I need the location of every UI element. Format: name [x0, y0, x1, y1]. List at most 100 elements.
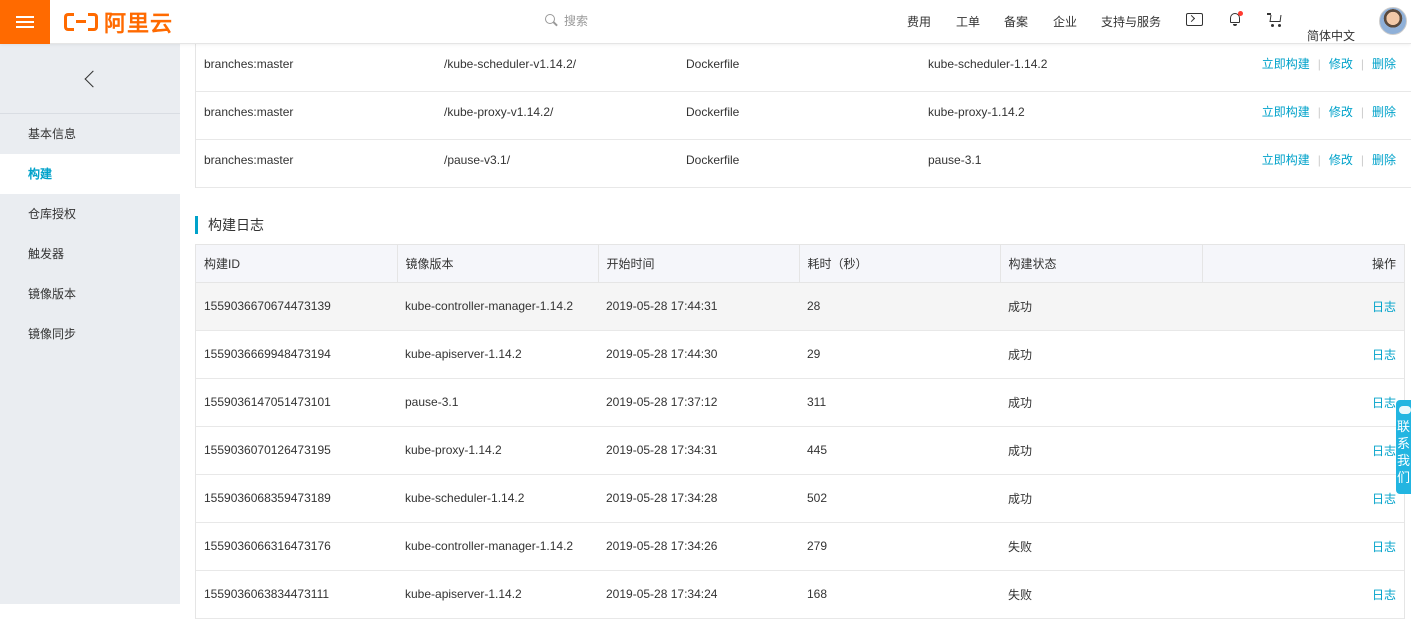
user-avatar[interactable] — [1379, 7, 1407, 35]
language-switch[interactable]: 简体中文 — [1307, 13, 1355, 57]
image-version: kube-controller-manager-1.14.2 — [397, 282, 598, 331]
sidebar-menu: 基本信息 构建 仓库授权 触发器 镜像版本 镜像同步 — [0, 114, 180, 354]
chat-bubble-icon — [1399, 406, 1411, 414]
sidebar-item-triggers[interactable]: 触发器 — [0, 234, 180, 274]
start-time: 2019-05-28 17:34:31 — [598, 426, 799, 475]
rule-dockerfile: Dockerfile — [686, 153, 740, 167]
rule-dir: /kube-proxy-v1.14.2/ — [444, 105, 554, 119]
build-id: 1559036147051473101 — [196, 378, 397, 427]
table-row: 1559036066316473176 kube-controller-mana… — [196, 522, 1404, 571]
log-link[interactable]: 日志 — [1372, 540, 1396, 554]
build-now-link[interactable]: 立即构建 — [1262, 57, 1310, 71]
nav-item-tickets[interactable]: 工单 — [956, 13, 980, 30]
cart-icon[interactable] — [1267, 12, 1283, 28]
sidebar-item-basic-info[interactable]: 基本信息 — [0, 114, 180, 154]
log-link[interactable]: 日志 — [1372, 348, 1396, 362]
build-now-link[interactable]: 立即构建 — [1262, 105, 1310, 119]
image-version: pause-3.1 — [397, 378, 598, 427]
nav-item-icp[interactable]: 备案 — [1004, 13, 1028, 30]
col-header-image-version: 镜像版本 — [397, 245, 599, 283]
main-content: branches:master /kube-scheduler-v1.14.2/… — [180, 44, 1411, 619]
build-id: 1559036066316473176 — [196, 522, 397, 571]
log-link[interactable]: 日志 — [1372, 492, 1396, 506]
contact-us-label: 联系我们 — [1396, 419, 1410, 485]
rule-dockerfile: Dockerfile — [686, 105, 740, 119]
rule-dir: /pause-v3.1/ — [444, 153, 511, 167]
image-version: kube-controller-manager-1.14.2 — [397, 522, 598, 571]
table-row: 1559036669948473194 kube-apiserver-1.14.… — [196, 330, 1404, 379]
delete-link[interactable]: 删除 — [1372, 153, 1396, 167]
log-link[interactable]: 日志 — [1372, 444, 1396, 458]
image-version: kube-apiserver-1.14.2 — [397, 330, 598, 379]
hamburger-icon — [16, 15, 34, 29]
logo[interactable]: 阿里云 — [64, 9, 174, 36]
table-row: 1559036068359473189 kube-scheduler-1.14.… — [196, 474, 1404, 523]
status-failed: 失败 — [1000, 522, 1202, 571]
rule-branch: branches:master — [204, 153, 294, 167]
sidebar-item-image-sync[interactable]: 镜像同步 — [0, 314, 180, 354]
rule-tag: kube-proxy-1.14.2 — [928, 105, 1025, 119]
log-link[interactable]: 日志 — [1372, 300, 1396, 314]
build-log-title: 构建日志 — [195, 216, 264, 234]
rule-tag: kube-scheduler-1.14.2 — [928, 57, 1048, 71]
edit-link[interactable]: 修改 — [1329, 57, 1353, 71]
contact-us-button[interactable]: 联系我们 — [1396, 400, 1411, 494]
menu-button[interactable] — [0, 0, 50, 44]
build-rules-table: branches:master /kube-scheduler-v1.14.2/… — [195, 44, 1411, 188]
rule-branch: branches:master — [204, 105, 294, 119]
rule-ops: 立即构建 | 修改 | 删除 — [1261, 153, 1396, 167]
build-id: 1559036669948473194 — [196, 330, 397, 379]
duration: 311 — [799, 378, 1000, 427]
edit-link[interactable]: 修改 — [1329, 153, 1353, 167]
back-button[interactable] — [0, 44, 180, 114]
start-time: 2019-05-28 17:44:30 — [598, 330, 799, 379]
notification-bell-icon[interactable] — [1228, 11, 1243, 27]
aliyun-logo-icon — [64, 11, 98, 33]
duration: 279 — [799, 522, 1000, 571]
start-time: 2019-05-28 17:44:31 — [598, 282, 799, 331]
table-row: 1559036063834473111 kube-apiserver-1.14.… — [196, 570, 1404, 619]
sidebar-item-repo-auth[interactable]: 仓库授权 — [0, 194, 180, 234]
sidebar-item-image-versions[interactable]: 镜像版本 — [0, 274, 180, 314]
status-success: 成功 — [1000, 474, 1202, 523]
log-link[interactable]: 日志 — [1372, 588, 1396, 602]
status-success: 成功 — [1000, 282, 1202, 331]
duration: 168 — [799, 570, 1000, 619]
col-header-duration: 耗时（秒） — [799, 245, 1001, 283]
col-header-build-id: 构建ID — [196, 245, 398, 283]
build-id: 1559036070126473195 — [196, 426, 397, 475]
rule-ops: 立即构建 | 修改 | 删除 — [1261, 105, 1396, 119]
delete-link[interactable]: 删除 — [1372, 105, 1396, 119]
nav-item-enterprise[interactable]: 企业 — [1053, 13, 1077, 30]
table-row: 1559036147051473101 pause-3.1 2019-05-28… — [196, 378, 1404, 427]
image-version: kube-apiserver-1.14.2 — [397, 570, 598, 619]
nav-item-support[interactable]: 支持与服务 — [1101, 13, 1161, 30]
build-id: 1559036670674473139 — [196, 282, 397, 331]
duration: 502 — [799, 474, 1000, 523]
status-success: 成功 — [1000, 330, 1202, 379]
delete-link[interactable]: 删除 — [1372, 57, 1396, 71]
rule-branch: branches:master — [204, 57, 294, 71]
rule-dir: /kube-scheduler-v1.14.2/ — [444, 57, 577, 71]
build-now-link[interactable]: 立即构建 — [1262, 153, 1310, 167]
search-box[interactable]: 搜索 — [545, 12, 588, 29]
status-failed: 失败 — [1000, 570, 1202, 619]
sidebar-item-build[interactable]: 构建 — [0, 154, 180, 194]
table-row: branches:master /kube-proxy-v1.14.2/ Doc… — [196, 92, 1411, 140]
edit-link[interactable]: 修改 — [1329, 105, 1353, 119]
start-time: 2019-05-28 17:34:24 — [598, 570, 799, 619]
duration: 28 — [799, 282, 1000, 331]
logo-text: 阿里云 — [104, 11, 174, 36]
start-time: 2019-05-28 17:34:28 — [598, 474, 799, 523]
terminal-icon[interactable] — [1186, 13, 1203, 26]
nav-item-billing[interactable]: 费用 — [907, 13, 931, 30]
log-link[interactable]: 日志 — [1372, 396, 1396, 410]
status-success: 成功 — [1000, 378, 1202, 427]
build-log-table: 构建ID 镜像版本 开始时间 耗时（秒） 构建状态 操作 15590366706… — [195, 244, 1405, 619]
start-time: 2019-05-28 17:37:12 — [598, 378, 799, 427]
table-row: 1559036670674473139 kube-controller-mana… — [196, 282, 1404, 331]
duration: 445 — [799, 426, 1000, 475]
table-row: 1559036070126473195 kube-proxy-1.14.2 20… — [196, 426, 1404, 475]
col-header-status: 构建状态 — [1000, 245, 1203, 283]
status-success: 成功 — [1000, 426, 1202, 475]
